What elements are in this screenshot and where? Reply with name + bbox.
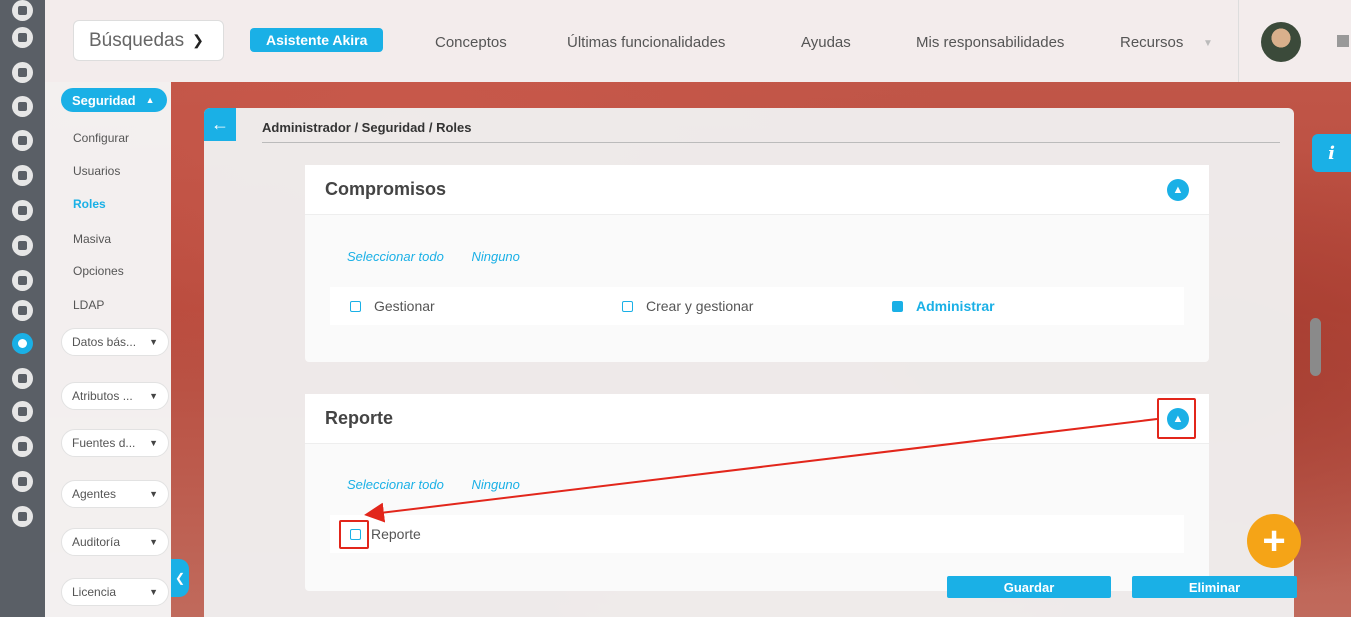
save-button[interactable]: Guardar [947, 576, 1111, 598]
sidebar-item-ldap[interactable]: LDAP [73, 298, 104, 312]
book-icon[interactable] [12, 27, 33, 48]
sidebar-section-label: Seguridad [72, 92, 136, 108]
warning-icon[interactable] [12, 235, 33, 256]
sidebar: Seguridad ▲ Configurar Usuarios Roles Ma… [45, 82, 171, 617]
sidebar-group-label: Fuentes d... [72, 436, 136, 450]
scrollbar[interactable] [1310, 318, 1321, 376]
sidebar-group-label: Datos bás... [72, 335, 137, 349]
option-label: Crear y gestionar [646, 298, 754, 314]
option-crear-y-gestionar[interactable]: Crear y gestionar [622, 298, 753, 314]
cart-icon[interactable] [12, 401, 33, 422]
caret-down-icon: ▼ [149, 587, 158, 597]
sidebar-item-usuarios[interactable]: Usuarios [73, 164, 120, 178]
back-button[interactable]: ← [204, 108, 236, 141]
clock-icon[interactable] [12, 62, 33, 83]
caret-up-icon: ▲ [145, 95, 155, 105]
recursos-caret-icon[interactable]: ▼ [1203, 38, 1213, 49]
selection-links: Seleccionar todo Ninguno [347, 249, 544, 264]
sidebar-group-datos-basicos[interactable]: Datos bás... ▼ [61, 328, 169, 356]
sidebar-group-label: Atributos ... [72, 389, 133, 403]
list-icon[interactable] [12, 506, 33, 527]
chart-icon[interactable] [12, 0, 33, 21]
sidebar-collapse-button[interactable]: ❮ [171, 559, 189, 597]
nav-ayudas[interactable]: Ayudas [801, 34, 851, 51]
sidebar-item-masiva[interactable]: Masiva [73, 232, 111, 246]
checkbox[interactable] [622, 300, 633, 312]
caret-down-icon: ▼ [149, 537, 158, 547]
sidebar-item-configurar[interactable]: Configurar [73, 131, 129, 145]
selection-links: Seleccionar todo Ninguno [347, 477, 544, 492]
cloud-icon[interactable] [12, 471, 33, 492]
highlight-box-toggle [1157, 398, 1196, 439]
settings-icon[interactable] [12, 333, 33, 354]
highlight-box-checkbox [339, 520, 369, 549]
chevron-left-icon: ❮ [174, 571, 186, 585]
nav-conceptos[interactable]: Conceptos [435, 34, 507, 51]
caret-down-icon: ▼ [149, 391, 158, 401]
add-button[interactable]: + [1247, 514, 1301, 568]
briefcase-icon[interactable] [12, 200, 33, 221]
info-button[interactable]: i [1312, 134, 1351, 172]
card-title: Compromisos [325, 179, 447, 199]
nav-mis-responsabilidades[interactable]: Mis responsabilidades [916, 34, 1064, 51]
plus-icon: + [1262, 519, 1286, 563]
sidebar-item-roles[interactable]: Roles [73, 197, 106, 211]
card-reporte: Reporte ▲ Seleccionar todo Ninguno Repor… [305, 394, 1209, 591]
chevron-up-icon: ▲ [1172, 184, 1184, 196]
sidebar-group-label: Licencia [72, 585, 117, 599]
card-compromisos: Compromisos ▲ Seleccionar todo Ninguno G… [305, 165, 1209, 362]
sidebar-group-atributos[interactable]: Atributos ... ▼ [61, 382, 169, 410]
select-none-link[interactable]: Ninguno [471, 477, 519, 492]
toggle-icon[interactable] [12, 368, 33, 389]
sidebar-group-label: Agentes [72, 487, 117, 501]
options-row: Gestionar Crear y gestionar Administrar [330, 287, 1184, 325]
sidebar-group-agentes[interactable]: Agentes ▼ [61, 480, 169, 508]
sidebar-group-licencia[interactable]: Licencia ▼ [61, 578, 169, 606]
search-select-label: Búsquedas [89, 29, 185, 51]
cycle-icon[interactable] [12, 130, 33, 151]
caret-down-icon: ▼ [149, 489, 158, 499]
calendar-icon[interactable] [1337, 35, 1349, 47]
document-icon[interactable] [12, 96, 33, 117]
card-title: Reporte [325, 408, 394, 428]
card-header: Reporte ▲ [305, 394, 1209, 444]
arrow-left-icon: ← [211, 114, 229, 134]
card-header: Compromisos ▲ [305, 165, 1209, 215]
sidebar-group-auditoria[interactable]: Auditoría ▼ [61, 528, 169, 556]
breadcrumb: Administrador / Seguridad / Roles [262, 120, 472, 135]
nav-ultimas-funcionalidades[interactable]: Últimas funcionalidades [567, 34, 725, 51]
checkbox-checked[interactable] [892, 300, 903, 312]
caret-down-icon: ▼ [149, 438, 158, 448]
select-all-link[interactable]: Seleccionar todo [347, 249, 444, 264]
topbar-divider [1238, 0, 1239, 82]
checkbox[interactable] [350, 300, 361, 312]
nav-recursos[interactable]: Recursos [1120, 34, 1183, 51]
sidebar-section-seguridad[interactable]: Seguridad ▲ [61, 88, 167, 112]
breadcrumb-divider [262, 142, 1280, 143]
alert-icon[interactable] [12, 436, 33, 457]
sidebar-group-label: Auditoría [72, 535, 121, 549]
calendar-icon[interactable] [12, 270, 33, 291]
sidebar-item-opciones[interactable]: Opciones [73, 264, 124, 278]
select-all-link[interactable]: Seleccionar todo [347, 477, 444, 492]
delete-button[interactable]: Eliminar [1132, 576, 1297, 598]
option-label: Administrar [916, 298, 995, 314]
check-icon[interactable] [12, 165, 33, 186]
options-row: Reporte [330, 515, 1184, 553]
option-gestionar[interactable]: Gestionar [350, 298, 435, 314]
option-label: Reporte [371, 526, 421, 542]
search-select[interactable]: Búsquedas ❯ [73, 20, 224, 61]
option-label: Gestionar [374, 298, 435, 314]
akira-assistant-button[interactable]: Asistente Akira [250, 28, 384, 52]
icon-rail [0, 0, 45, 617]
option-administrar[interactable]: Administrar [892, 298, 995, 314]
network-icon[interactable] [12, 300, 33, 321]
select-none-link[interactable]: Ninguno [471, 249, 519, 264]
avatar[interactable] [1261, 22, 1301, 62]
sidebar-group-fuentes[interactable]: Fuentes d... ▼ [61, 429, 169, 457]
chevron-down-icon: ❯ [192, 32, 204, 48]
top-bar: Búsquedas ❯ Asistente Akira Conceptos Úl… [45, 0, 1351, 82]
caret-down-icon: ▼ [149, 337, 158, 347]
collapse-toggle-button[interactable]: ▲ [1167, 179, 1189, 201]
